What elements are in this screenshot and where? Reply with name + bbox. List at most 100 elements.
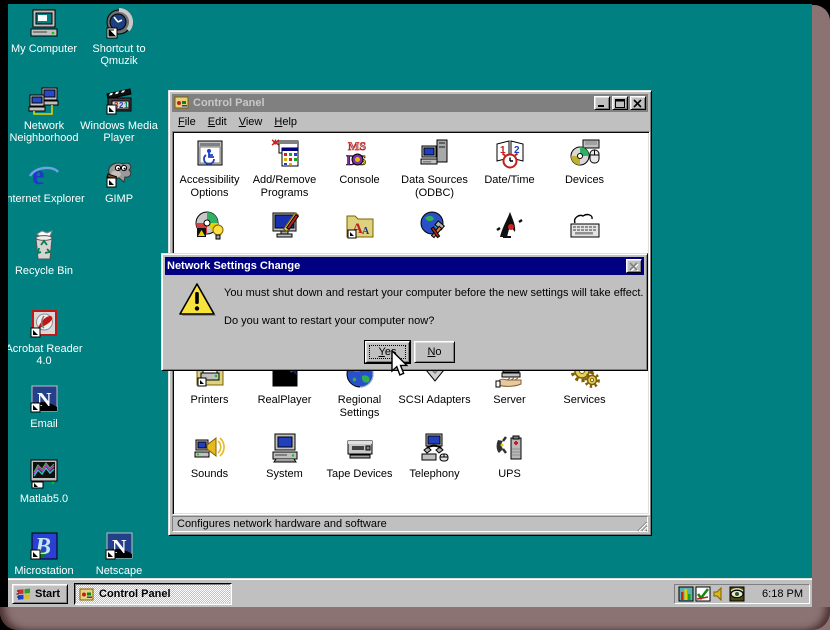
cp-item-row2-5[interactable] [472, 210, 547, 242]
close-button[interactable] [630, 96, 646, 110]
cp-item-telephony[interactable]: Telephony [397, 432, 472, 481]
netscape-n-icon: N [103, 530, 135, 562]
desktop-icon-gimp[interactable]: GIMP [77, 158, 161, 205]
dialog-titlebar[interactable]: Network Settings Change [165, 257, 644, 275]
desktop-icon-label: Recycle Bin [8, 265, 86, 277]
cp-item-date-time[interactable]: 1 2 Date/Time [472, 138, 547, 187]
cp-item-row2-3[interactable]: A A [322, 210, 397, 242]
window-titlebar[interactable]: Control Panel [172, 94, 648, 112]
cp-item-ups[interactable]: UPS [472, 432, 547, 481]
svg-text:A: A [362, 226, 370, 237]
cp-item-label: Date/Time [472, 174, 547, 187]
tape-devices-icon [344, 432, 376, 464]
monitor-bezel-bottom [0, 607, 830, 630]
desktop-icon-label: Internet Explorer [8, 193, 86, 205]
cp-item-label: UPS [472, 468, 547, 481]
date-time-icon: 1 2 [494, 138, 526, 170]
no-button-label: No [427, 346, 441, 358]
maximize-button[interactable] [612, 96, 628, 110]
ups-icon [494, 432, 526, 464]
internet-tools-icon [419, 210, 451, 242]
no-button[interactable]: No [414, 341, 455, 363]
task-button-control-panel[interactable]: Control Panel [74, 583, 232, 605]
cp-item-tape-devices[interactable]: Tape Devices [322, 432, 397, 481]
sounds-icon [194, 432, 226, 464]
desktop-icon-my-computer[interactable]: My Computer [8, 8, 86, 55]
fonts-icon: A A [344, 210, 376, 242]
cp-item-label: Add/Remove Programs [247, 174, 322, 200]
svg-text:e: e [32, 160, 44, 190]
tray-clock[interactable]: 6:18 PM [746, 588, 803, 600]
dialog-message-line2: Do you want to restart your computer now… [224, 315, 434, 327]
cp-item-devices[interactable]: Devices [547, 138, 622, 187]
cd-themes-icon [194, 210, 226, 242]
cp-item-console[interactable]: MS D S Console [322, 138, 397, 187]
netscape-n-icon: N [28, 383, 60, 415]
cp-item-label: Server [472, 394, 547, 407]
media-player-icon: 3 2 1 [103, 85, 135, 117]
start-button[interactable]: Start [12, 584, 68, 604]
warning-icon [179, 283, 217, 319]
matlab-icon [28, 458, 60, 490]
cp-item-sounds[interactable]: Sounds [172, 432, 247, 481]
gimp-icon [103, 158, 135, 190]
internet-explorer-icon: e [28, 158, 60, 190]
minimize-button[interactable] [594, 96, 610, 110]
cp-item-label: Printers [172, 394, 247, 407]
desktop-icon-qmuzik[interactable]: Shortcut to Qmuzik [77, 8, 161, 67]
desktop-icon-netscape[interactable]: N Netscape [77, 530, 161, 577]
cp-item-data-sources-odbc[interactable]: Data Sources (ODBC) [397, 138, 472, 200]
monitor-eye-icon[interactable] [729, 586, 745, 602]
desktop-icon-matlab[interactable]: Matlab5.0 [8, 458, 86, 505]
desktop-icon-microstation[interactable]: B Microstation [8, 530, 86, 577]
cp-item-row2-1[interactable] [172, 210, 247, 242]
start-button-label: Start [35, 588, 60, 600]
desktop-icon-internet-explorer[interactable]: e Internet Explorer [8, 158, 86, 205]
cp-item-label: Services [547, 394, 622, 407]
menu-help[interactable]: Help [268, 114, 303, 129]
windows-logo-icon [16, 586, 32, 602]
devices-icon [569, 138, 601, 170]
accessibility-icon [194, 138, 226, 170]
mouse-cursor [390, 350, 408, 378]
desktop-icon-windows-media-player[interactable]: 3 2 1 Windows Media Player [77, 85, 161, 144]
cp-item-label: SCSI Adapters [397, 394, 472, 407]
monitor-bezel-right [810, 5, 830, 630]
status-bar: Configures network hardware and software [172, 516, 648, 532]
resource-meter-icon[interactable] [678, 586, 694, 602]
desktop-icon-label: Email [8, 418, 86, 430]
desktop-icon-recycle-bin[interactable]: Recycle Bin [8, 230, 86, 277]
desktop-icon-network-neighborhood[interactable]: Network Neighborhood [8, 85, 86, 144]
volume-icon[interactable] [712, 586, 728, 602]
cp-item-row2-2[interactable] [247, 210, 322, 242]
cp-item-label: Tape Devices [322, 468, 397, 481]
desktop-icon-email[interactable]: N Email [8, 383, 86, 430]
system-icon [269, 432, 301, 464]
desktop-icon-label: Network Neighborhood [8, 120, 86, 144]
desktop-icon-label: Shortcut to Qmuzik [77, 43, 161, 67]
cp-item-system[interactable]: System [247, 432, 322, 481]
microstation-icon: B [28, 530, 60, 562]
cp-item-accessibility-options[interactable]: Accessibility Options [172, 138, 247, 200]
add-remove-programs-icon [269, 138, 301, 170]
resize-grip[interactable] [635, 519, 648, 532]
desktop-icon-label: Microstation [8, 565, 86, 577]
cp-item-row2-6[interactable] [547, 210, 622, 242]
cp-item-add-remove-programs[interactable]: Add/Remove Programs [247, 138, 322, 200]
desktop-icon-label: Matlab5.0 [8, 493, 86, 505]
taskbar: Start Control Panel [8, 578, 812, 607]
cp-item-label: Data Sources (ODBC) [397, 174, 472, 200]
desktop-icon-acrobat-reader[interactable]: Acrobat Reader 4.0 [8, 308, 86, 367]
menu-bar: File Edit View Help [172, 112, 648, 131]
cp-item-row2-4[interactable] [397, 210, 472, 242]
desktop: My Computer Shortcut to Qmuzik [8, 4, 812, 578]
menu-file[interactable]: File [172, 114, 202, 129]
menu-edit[interactable]: Edit [202, 114, 233, 129]
virus-shield-icon[interactable] [695, 586, 711, 602]
cp-item-label: Telephony [397, 468, 472, 481]
dialog-close-button[interactable] [626, 259, 642, 273]
display-icon [269, 210, 301, 242]
desktop-icon-label: Netscape [77, 565, 161, 577]
telephony-icon [419, 432, 451, 464]
menu-view[interactable]: View [233, 114, 269, 129]
